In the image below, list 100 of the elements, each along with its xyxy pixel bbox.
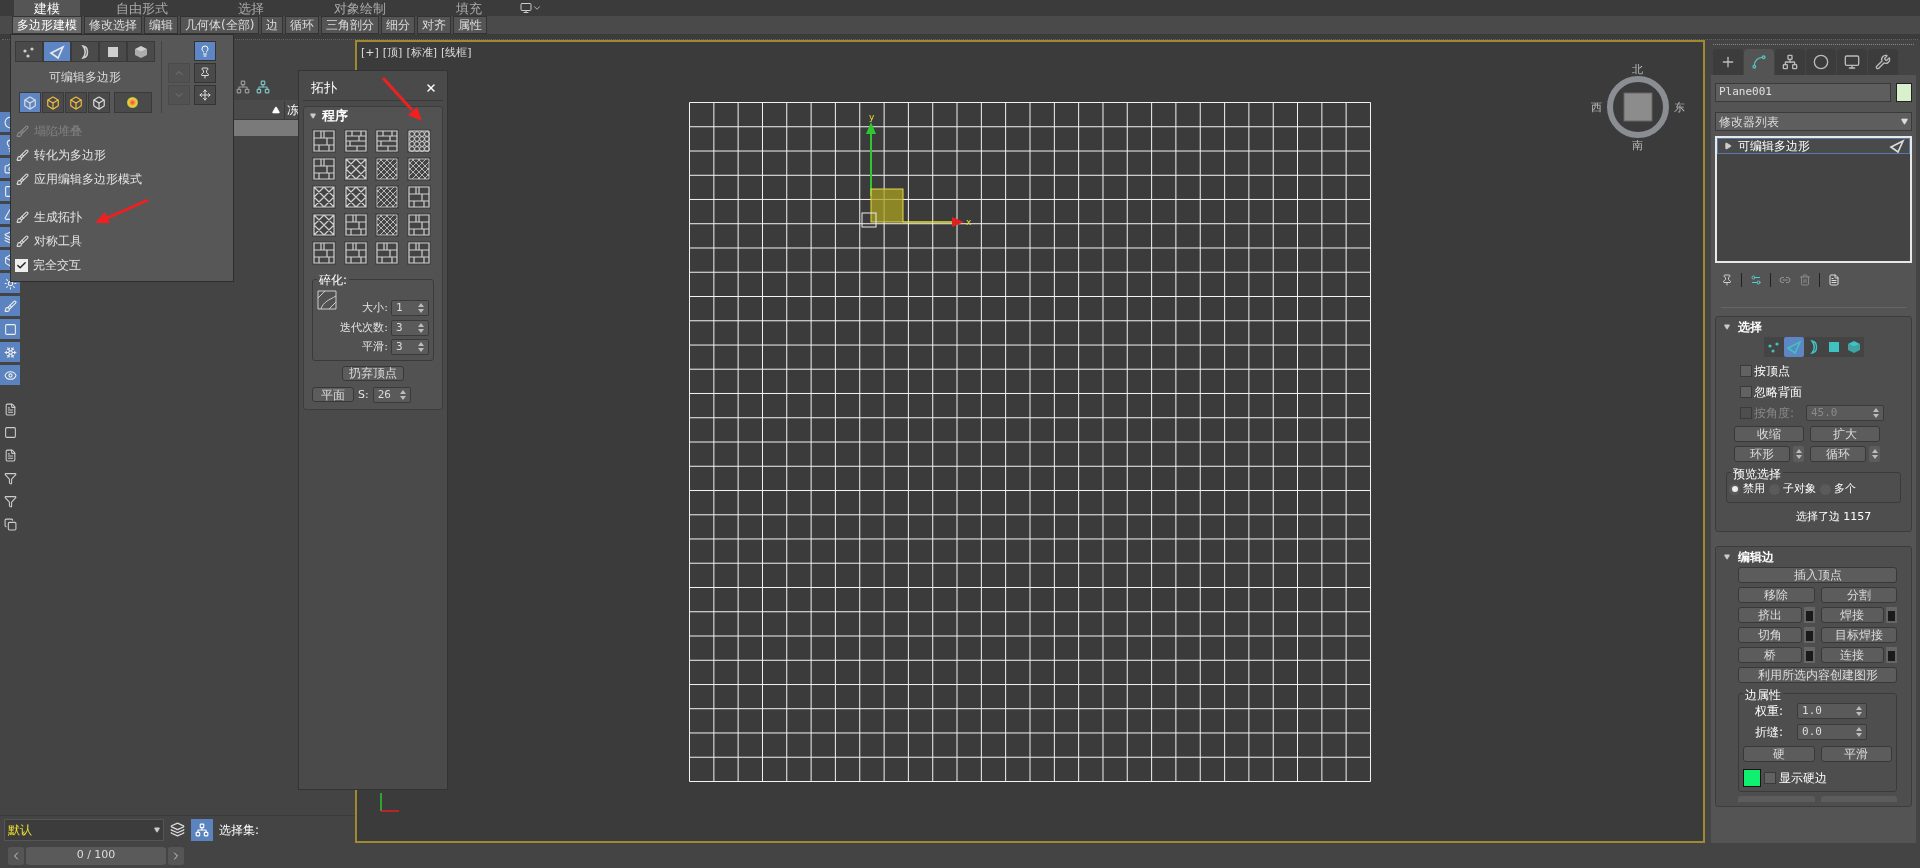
edit-edge-button[interactable]: 挤出 — [1738, 607, 1802, 623]
command-tab[interactable] — [1744, 49, 1774, 75]
viewport-label[interactable]: [+] — [361, 45, 379, 62]
command-tab[interactable] — [1713, 49, 1743, 75]
menu-item[interactable]: 应用编辑多边形模式 — [15, 167, 229, 191]
settings-box-icon[interactable] — [1803, 647, 1815, 663]
plane-button[interactable]: 平面 — [312, 387, 354, 403]
ribbon-panel-tab[interactable]: 边 — [261, 16, 284, 34]
collapse-icon[interactable] — [310, 113, 316, 119]
edit-edge-button[interactable]: 分割 — [1820, 587, 1897, 603]
pattern-button[interactable] — [375, 185, 399, 209]
ribbon-panel-tab[interactable]: 几何体(全部) — [180, 16, 260, 34]
menu-item[interactable]: 对称工具 — [15, 229, 229, 253]
spinner-arrows-icon[interactable] — [1873, 408, 1879, 418]
edit-edge-button[interactable]: 插入顶点 — [1738, 567, 1897, 583]
viewcube-drawing[interactable] — [1606, 75, 1670, 139]
level-button[interactable] — [127, 41, 155, 62]
modifier-list-dropdown[interactable]: 修改器列表 — [1715, 112, 1912, 131]
pattern-button[interactable] — [375, 129, 399, 153]
pattern-button[interactable] — [406, 241, 431, 265]
collapse-icon[interactable] — [1724, 324, 1730, 330]
compass-label[interactable]: 西 — [1591, 100, 1602, 117]
radio-button[interactable] — [1729, 483, 1740, 495]
number-field[interactable]: 26 — [372, 386, 411, 403]
edit-edge-button[interactable]: 切角 — [1738, 627, 1802, 643]
number-field[interactable]: 3 — [391, 319, 429, 336]
checkbox[interactable] — [15, 258, 28, 272]
settings-box-icon[interactable] — [1803, 607, 1815, 623]
mode-button[interactable] — [64, 92, 87, 113]
spinner-arrows-icon[interactable] — [1856, 706, 1863, 716]
edit-edge-button[interactable]: 连接 — [1820, 647, 1884, 663]
pattern-button[interactable] — [312, 185, 336, 209]
selection-level-button[interactable] — [1783, 337, 1804, 357]
edge-property-button[interactable]: 硬 — [1743, 746, 1815, 762]
ribbon-tab[interactable]: 对象绘制 — [300, 0, 420, 16]
rollout-title[interactable]: 选择 — [1738, 318, 1762, 336]
checkbox[interactable] — [1764, 772, 1776, 784]
selection-button[interactable]: 收缩 — [1734, 426, 1804, 442]
edit-edge-button[interactable]: 桥 — [1738, 647, 1802, 663]
eye-icon[interactable] — [0, 365, 20, 385]
command-tab[interactable] — [1837, 49, 1867, 75]
ribbon-tab[interactable]: 自由形式 — [82, 0, 202, 16]
ribbon-panel-tab[interactable]: 循环 — [285, 16, 320, 34]
settings-box-icon[interactable] — [1886, 607, 1897, 623]
ribbon-panel-tab[interactable]: 细分 — [381, 16, 416, 34]
pattern-button[interactable] — [312, 157, 336, 181]
ribbon-tab[interactable]: 选择 — [204, 0, 298, 16]
object-name-field[interactable]: Plane001 — [1715, 83, 1891, 102]
number-field[interactable]: 0.0 — [1797, 724, 1868, 740]
pattern-button[interactable] — [375, 213, 399, 237]
rollout-title[interactable]: 程序 — [322, 106, 348, 126]
level-button[interactable] — [43, 41, 71, 62]
spinner-arrows-icon[interactable] — [418, 303, 424, 314]
mode-button[interactable] — [113, 92, 152, 113]
spinner-arrows-icon[interactable] — [418, 342, 424, 353]
command-tab[interactable] — [1806, 49, 1836, 75]
number-field[interactable]: 3 — [391, 339, 429, 356]
ribbon-tab[interactable]: 填充 — [422, 0, 516, 16]
pattern-button[interactable] — [375, 241, 399, 265]
snowflake-icon[interactable] — [0, 342, 20, 362]
compass-label[interactable]: 东 — [1674, 100, 1685, 117]
ribbon-panel-tab[interactable]: 三角剖分 — [321, 16, 380, 34]
pin-icon[interactable] — [194, 63, 216, 83]
selection-button[interactable]: 环形 — [1734, 446, 1790, 462]
edit-edge-button[interactable]: 移除 — [1738, 587, 1815, 603]
pin-icon[interactable] — [1721, 274, 1733, 286]
pattern-button[interactable] — [343, 213, 368, 237]
edge-property-button[interactable]: 平滑 — [1820, 746, 1892, 762]
frame-counter[interactable]: 0 / 100 — [26, 846, 166, 865]
level-button[interactable] — [71, 41, 99, 62]
pattern-button[interactable] — [312, 213, 336, 237]
viewport-label[interactable]: [顶] — [382, 45, 403, 62]
configure-icon[interactable] — [1828, 274, 1840, 286]
number-field[interactable]: 1.0 — [1797, 703, 1868, 719]
edit-edge-button[interactable]: 利用所选内容创建图形 — [1738, 667, 1897, 683]
gizmo-plane-handle[interactable] — [870, 188, 904, 222]
ribbon-tab[interactable]: 建模 — [14, 0, 80, 16]
pattern-button[interactable] — [312, 241, 336, 265]
stack-item[interactable]: 可编辑多边形 — [1717, 138, 1910, 154]
ribbon-panel-tab[interactable]: 对齐 — [417, 16, 452, 34]
object-color-swatch[interactable] — [1896, 83, 1912, 102]
ribbon-panel-tab[interactable]: 编辑 — [144, 16, 178, 34]
edit-edge-button[interactable]: 目标焊接 — [1820, 627, 1897, 643]
pattern-button[interactable] — [343, 129, 368, 153]
menu-item[interactable]: 完全交互 — [15, 253, 229, 277]
ribbon-panel-tab[interactable]: 修改选择 — [84, 16, 142, 34]
pattern-button[interactable] — [406, 213, 431, 237]
layer-dropdown[interactable]: 默认 — [4, 818, 164, 841]
gizmo-center-square[interactable] — [861, 212, 877, 227]
hard-edge-color-swatch[interactable] — [1743, 769, 1761, 787]
menu-item[interactable]: 转化为多边形 — [15, 143, 229, 167]
spinner-arrows-icon[interactable] — [399, 389, 406, 400]
container-icon[interactable] — [0, 319, 20, 339]
pattern-button[interactable] — [406, 129, 431, 153]
ribbon-panel-tab[interactable]: 属性 — [453, 16, 488, 34]
layers-icon[interactable] — [170, 822, 185, 837]
checkbox[interactable] — [1740, 365, 1752, 377]
ribbon-panel-tab[interactable]: 多边形建模 — [12, 16, 82, 34]
pattern-button[interactable] — [406, 157, 431, 181]
previous-frame-button[interactable] — [8, 846, 24, 865]
